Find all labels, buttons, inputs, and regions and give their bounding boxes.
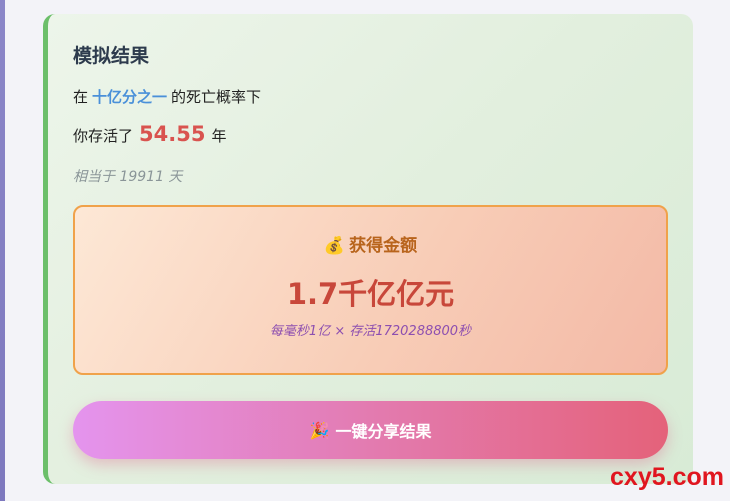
money-bag-icon: 💰 [323,236,346,256]
amount-heading: 💰 获得金额 [75,231,666,256]
survived-unit: 年 [211,127,227,145]
probability-prefix: 在 [73,88,89,106]
left-edge-strip [0,0,5,501]
survived-line: 你存活了 54.55 年 [73,122,226,146]
days-equivalent: 相当于 19911 天 [73,169,183,185]
result-title: 模拟结果 [73,45,150,67]
amount-value: 1.7千亿亿元 [286,277,455,311]
amount-box: 💰 获得金额 1.7千亿亿元 每毫秒1亿 × 存活1720288800秒 [73,205,668,375]
watermark: cxy5.com [610,463,724,491]
party-popper-icon: 🎉 [309,420,330,440]
amount-formula: 每毫秒1亿 × 存活1720288800秒 [269,324,472,339]
result-card: 模拟结果 在十亿分之一 的死亡概率下 你存活了 54.55 年 相当于 19911… [43,14,693,484]
share-button-label: 一键分享结果 [335,422,432,441]
share-result-button[interactable]: 🎉 一键分享结果 [73,401,668,459]
probability-line: 在十亿分之一 的死亡概率下 [73,86,261,107]
probability-suffix: 的死亡概率下 [171,88,262,106]
survived-prefix: 你存活了 [73,127,134,145]
survived-years: 54.55 [139,122,206,146]
amount-title: 获得金额 [349,236,418,256]
probability-value: 十亿分之一 [92,88,168,106]
